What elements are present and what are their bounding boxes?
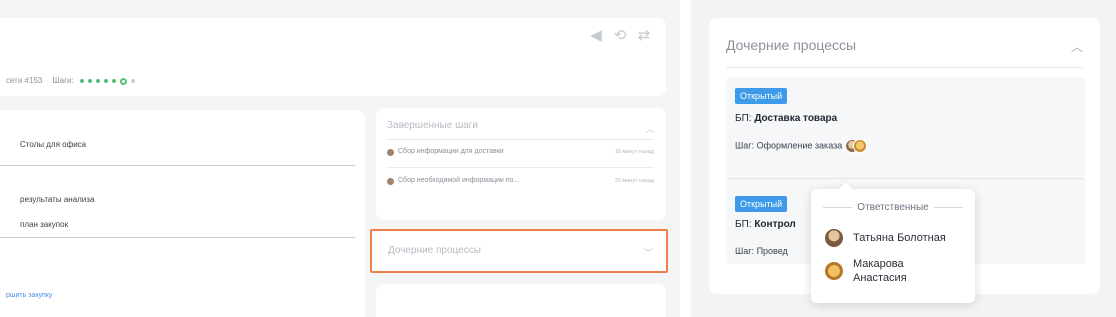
chevron-down-icon[interactable]: ﹀ <box>644 246 653 259</box>
process-prefix: БП: <box>735 113 752 124</box>
process-name: БП: Доставка товара <box>735 113 837 124</box>
popover-heading-text: Ответственные <box>857 202 929 213</box>
current-step-dot[interactable] <box>119 77 127 85</box>
step-dot[interactable] <box>111 79 116 83</box>
responsible-person[interactable]: Татьяна Болотная <box>825 229 967 247</box>
step-name: Провед <box>756 246 788 256</box>
chain-text: сети #153 <box>6 76 43 85</box>
step-name: Оформление заказа <box>756 140 843 151</box>
step-dot[interactable] <box>130 79 135 83</box>
person-name: Макарова Анастасия <box>853 258 907 284</box>
completed-steps-card: Завершенные шаги ︿ Сбор информации для д… <box>376 108 666 220</box>
header-actions: ◀ ⟲ ⇄ <box>588 26 652 44</box>
process-step: Шаг: Провед <box>735 246 788 256</box>
list-item: результаты анализа <box>20 195 95 204</box>
right-screenshot: Дочерние процессы ︿ Открытый БП: Доставк… <box>691 0 1116 317</box>
step-dot[interactable] <box>87 79 92 83</box>
step-prefix: Шаг: <box>735 246 755 256</box>
steps-dots <box>79 77 135 85</box>
person-name: Татьяна Болотная <box>853 232 946 244</box>
chevron-up-icon[interactable]: ︿ <box>645 122 654 135</box>
completed-step-time: 20 минут назад <box>614 178 654 184</box>
divider <box>726 67 1083 68</box>
completed-step-row[interactable]: Сбор информации для доставки 18 минут на… <box>387 140 654 168</box>
next-card <box>376 284 666 317</box>
responsible-person[interactable]: Макарова Анастасия <box>825 257 967 285</box>
status-badge: Открытый <box>735 196 788 212</box>
history-icon[interactable]: ⟲ <box>612 26 628 44</box>
avatar[interactable] <box>852 139 867 153</box>
avatar <box>387 149 394 156</box>
finish-purchase-label: ршить закупку <box>6 292 53 299</box>
divider <box>933 207 963 208</box>
step-dot[interactable] <box>103 79 108 83</box>
step-dot[interactable] <box>79 79 84 83</box>
steps-label: Шаги: <box>52 76 74 85</box>
step-dot[interactable] <box>95 79 100 83</box>
list-item: план закупок <box>20 220 69 229</box>
finish-purchase-link[interactable]: ршить закупку <box>0 282 80 302</box>
status-badge: Открытый <box>735 88 788 104</box>
process-title: Доставка товара <box>754 113 838 124</box>
list-item: Столы для офиса <box>20 140 87 149</box>
avatar <box>825 262 843 280</box>
child-processes-collapsed[interactable]: Дочерние процессы ﹀ <box>370 229 668 273</box>
step-prefix: Шаг: <box>735 140 755 151</box>
chain-line: сети #153 Шаги: <box>6 76 135 85</box>
left-screenshot: ◀ ⟲ ⇄ сети #153 Шаги: Столы для офиса ре… <box>0 0 680 317</box>
refresh-icon[interactable]: ⇄ <box>636 26 652 44</box>
process-name: БП: Контрол <box>735 219 796 230</box>
child-processes-panel: Дочерние процессы ︿ Открытый БП: Доставк… <box>709 18 1100 303</box>
child-processes-title: Дочерние процессы <box>388 245 481 256</box>
popover-heading: Ответственные <box>823 202 963 213</box>
process-prefix: БП: <box>735 219 752 230</box>
completed-step-time: 18 минут назад <box>614 149 654 155</box>
chevron-up-icon[interactable]: ︿ <box>1071 38 1083 55</box>
process-title: Контрол <box>754 219 796 230</box>
panel-title: Дочерние процессы <box>726 37 857 53</box>
child-process-item[interactable]: Открытый БП: Доставка товара Шаг: Оформл… <box>726 77 1086 178</box>
completed-step-row[interactable]: Сбор необходимой информации по... 20 мин… <box>387 169 654 197</box>
divider <box>0 165 355 166</box>
avatar <box>825 229 843 247</box>
megaphone-icon[interactable]: ◀ <box>588 26 604 44</box>
steps-indicator: Шаги: <box>52 76 135 85</box>
responsible-popover: Ответственные Татьяна Болотная Макарова … <box>811 181 975 303</box>
divider <box>823 207 853 208</box>
completed-steps-title: Завершенные шаги <box>387 120 478 131</box>
process-step: Шаг: Оформление заказа <box>735 139 867 153</box>
avatar <box>387 178 394 185</box>
completed-step-text: Сбор информации для доставки <box>398 148 504 155</box>
divider <box>0 237 355 238</box>
completed-step-text: Сбор необходимой информации по... <box>398 177 520 184</box>
process-header-card: ◀ ⟲ ⇄ сети #153 Шаги: <box>0 18 666 96</box>
